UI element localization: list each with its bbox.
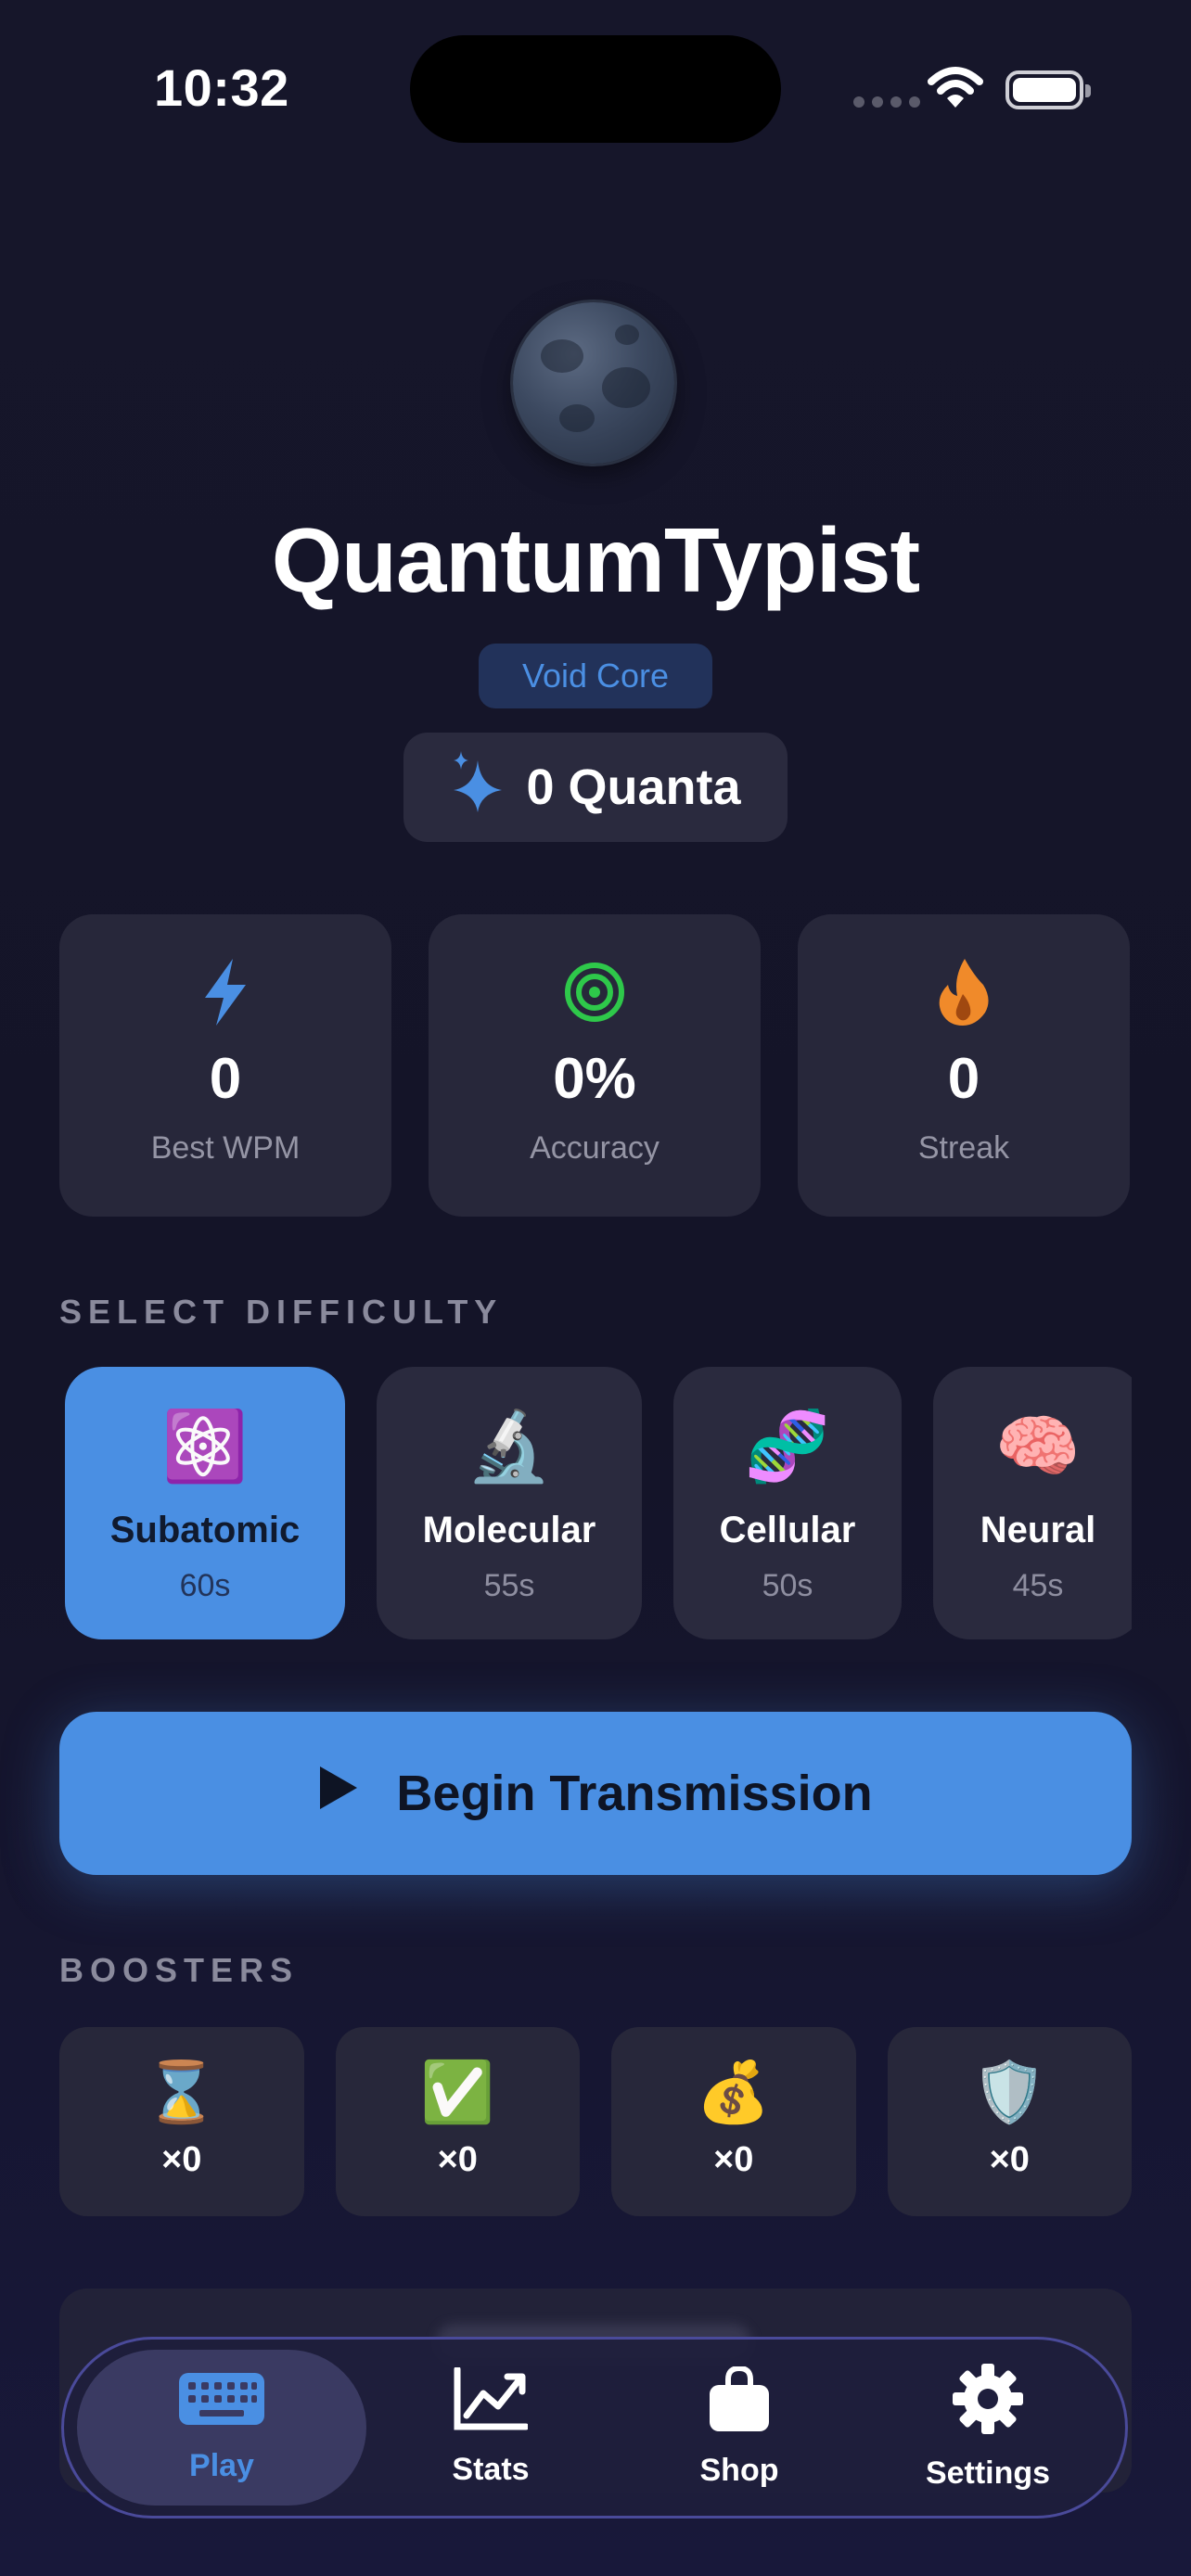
difficulty-option-subatomic[interactable]: ⚛️ Subatomic 60s xyxy=(65,1367,345,1639)
booster-count: ×0 xyxy=(161,2140,202,2179)
status-time: 10:32 xyxy=(154,58,289,117)
tab-label: Settings xyxy=(925,2455,1051,2491)
play-icon xyxy=(318,1765,359,1823)
dna-icon: 🧬 xyxy=(744,1408,831,1485)
difficulty-name: Molecular xyxy=(422,1510,596,1550)
username: QuantumTypist xyxy=(271,509,920,611)
chart-icon xyxy=(454,2366,530,2439)
brain-icon: 🧠 xyxy=(994,1408,1082,1485)
difficulty-time: 45s xyxy=(1012,1568,1064,1603)
wifi-icon xyxy=(928,65,983,116)
bag-icon xyxy=(708,2365,771,2440)
begin-transmission-button[interactable]: Begin Transmission xyxy=(59,1712,1132,1875)
cellular-signal-icon xyxy=(853,96,920,108)
tab-play[interactable]: Play xyxy=(77,2350,366,2506)
tab-stats[interactable]: Stats xyxy=(366,2350,615,2506)
difficulty-time: 60s xyxy=(179,1568,231,1603)
difficulty-carousel[interactable]: ⚛️ Subatomic 60s 🔬 Molecular 55s 🧬 Cellu… xyxy=(65,1367,1132,1641)
stat-value: 0% xyxy=(553,1047,636,1111)
stat-value: 0 xyxy=(209,1047,242,1111)
booster-count: ×0 xyxy=(989,2140,1030,2179)
target-icon xyxy=(563,957,626,1027)
booster-count: ×0 xyxy=(713,2140,754,2179)
flame-icon xyxy=(937,957,991,1027)
booster-count: ×0 xyxy=(437,2140,478,2179)
money-bag-icon: 💰 xyxy=(696,2059,771,2125)
stat-card-streak: 0 Streak xyxy=(798,914,1130,1217)
booster-shield[interactable]: 🛡️ ×0 xyxy=(887,2027,1132,2216)
difficulty-name: Cellular xyxy=(719,1510,856,1550)
difficulty-option-cellular[interactable]: 🧬 Cellular 50s xyxy=(673,1367,902,1639)
rank-badge: Void Core xyxy=(479,644,712,708)
boosters-row: ⌛ ×0 ✅ ×0 💰 ×0 🛡️ ×0 xyxy=(59,2027,1132,2216)
quanta-label: 0 Quanta xyxy=(526,759,741,815)
begin-button-label: Begin Transmission xyxy=(396,1766,873,1821)
tab-label: Shop xyxy=(699,2453,779,2488)
gear-icon xyxy=(953,2364,1023,2442)
booster-accuracy[interactable]: ✅ ×0 xyxy=(335,2027,580,2216)
avatar[interactable] xyxy=(513,302,674,464)
difficulty-section-label: SELECT DIFFICULTY xyxy=(59,1293,504,1331)
stat-label: Streak xyxy=(917,1130,1010,1166)
tab-label: Stats xyxy=(452,2452,530,2487)
shield-icon: 🛡️ xyxy=(972,2059,1047,2125)
difficulty-option-molecular[interactable]: 🔬 Molecular 55s xyxy=(377,1367,642,1639)
keyboard-icon xyxy=(179,2371,264,2435)
difficulty-name: Neural xyxy=(980,1510,1096,1550)
stat-card-accuracy: 0% Accuracy xyxy=(429,914,761,1217)
difficulty-option-neural[interactable]: 🧠 Neural 45s xyxy=(933,1367,1132,1639)
lightning-icon xyxy=(201,957,250,1027)
tab-shop[interactable]: Shop xyxy=(615,2350,864,2506)
booster-time[interactable]: ⌛ ×0 xyxy=(59,2027,304,2216)
tab-bar: Play Stats Shop Settings xyxy=(61,2337,1128,2519)
stats-row: 0 Best WPM 0% Accuracy 0 Streak xyxy=(59,914,1132,1217)
hourglass-icon: ⌛ xyxy=(144,2059,219,2125)
difficulty-time: 55s xyxy=(483,1568,535,1603)
stat-label: Best WPM xyxy=(150,1130,301,1166)
tab-settings[interactable]: Settings xyxy=(864,2350,1112,2506)
battery-icon xyxy=(1005,70,1091,109)
difficulty-time: 50s xyxy=(762,1568,813,1603)
check-icon: ✅ xyxy=(420,2059,495,2125)
difficulty-name: Subatomic xyxy=(109,1510,301,1550)
atom-icon: ⚛️ xyxy=(161,1408,249,1485)
dynamic-island xyxy=(410,35,781,143)
stat-value: 0 xyxy=(947,1047,980,1111)
microscope-icon: 🔬 xyxy=(466,1408,553,1485)
boosters-section-label: BOOSTERS xyxy=(59,1951,300,1989)
sparkle-icon xyxy=(450,750,504,824)
stat-label: Accuracy xyxy=(530,1130,660,1166)
booster-money[interactable]: 💰 ×0 xyxy=(611,2027,856,2216)
tab-label: Play xyxy=(189,2448,254,2483)
quanta-balance[interactable]: 0 Quanta xyxy=(403,733,788,842)
stat-card-best-wpm: 0 Best WPM xyxy=(59,914,391,1217)
